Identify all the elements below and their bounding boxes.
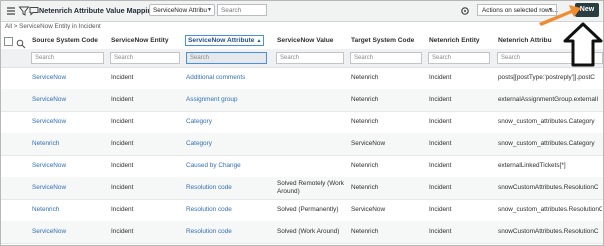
cell-servicenow-value: Solved (Work Around)	[277, 228, 340, 235]
column-header-target-system-code[interactable]: Target System Code	[351, 37, 414, 44]
cell-servicenow-entity: Incident	[111, 228, 134, 235]
cell-target-system-code: Netenrich	[351, 118, 379, 125]
list-title: Netenrich Attribute Value Mappings	[39, 6, 161, 15]
hamburger-menu-icon[interactable]	[5, 4, 17, 16]
gear-icon[interactable]	[459, 4, 471, 16]
cell-target-system-code: ServiceNow	[351, 140, 386, 147]
column-header-servicenow-attribute[interactable]: ServiceNow Attribute ▲	[185, 35, 265, 46]
table-row[interactable]: ServiceNow Incident Resolution code Solv…	[1, 221, 603, 244]
table-row[interactable]: ServiceNow Incident Caused by Change Net…	[1, 155, 603, 178]
cell-servicenow-attribute[interactable]: Assignment group	[186, 96, 238, 103]
cell-netenrich-entity: Incident	[429, 184, 452, 191]
cell-servicenow-attribute[interactable]: Category	[186, 118, 212, 125]
cell-source-system-code[interactable]: Netenrich	[32, 206, 59, 213]
cell-servicenow-entity: Incident	[111, 184, 134, 191]
cell-target-system-code: Netenrich	[351, 96, 379, 103]
cell-netenrich-entity: Incident	[429, 162, 452, 169]
cell-netenrich-attribute: snow_custom_attributes.Category	[498, 140, 595, 147]
column-header-source-system-code[interactable]: Source System Code	[32, 37, 98, 44]
orange-arrow-icon	[539, 5, 581, 26]
chevron-down-icon: ▼	[207, 7, 212, 13]
cell-netenrich-entity: Incident	[429, 118, 452, 125]
search-icon[interactable]	[16, 36, 26, 49]
cell-servicenow-attribute[interactable]: Resolution code	[186, 184, 232, 191]
cell-target-system-code: Netenrich	[351, 184, 379, 191]
table-row[interactable]: Netenrich Incident Category ServiceNow I…	[1, 133, 603, 156]
search-field-select[interactable]: ServiceNow Attribu ▼	[149, 4, 215, 16]
table-row[interactable]: ServiceNow Incident Category Netenrich I…	[1, 111, 603, 134]
list-toolbar: Netenrich Attribute Value Mappings Servi…	[1, 1, 603, 22]
cell-source-system-code[interactable]: ServiceNow	[32, 74, 66, 81]
search-input-source-system-code[interactable]: Search	[31, 52, 104, 64]
cell-source-system-code[interactable]: ServiceNow	[32, 162, 66, 169]
column-header-servicenow-entity[interactable]: ServiceNow Entity	[111, 37, 169, 44]
cell-netenrich-entity: Incident	[429, 74, 452, 81]
cell-netenrich-entity: Incident	[429, 96, 452, 103]
cell-source-system-code[interactable]: Netenrich	[32, 140, 59, 147]
cell-netenrich-entity: Incident	[429, 140, 452, 147]
cell-source-system-code[interactable]: ServiceNow	[32, 118, 66, 125]
search-input-target-system-code[interactable]: Search	[350, 52, 422, 64]
cell-target-system-code: ServiceNow	[351, 206, 386, 213]
column-header-servicenow-value[interactable]: ServiceNow Value	[277, 37, 333, 44]
cell-servicenow-entity: Incident	[111, 96, 134, 103]
cell-servicenow-entity: Incident	[111, 118, 134, 125]
table-row[interactable]: Netenrich Incident Resolution code Solve…	[1, 199, 603, 222]
cell-netenrich-attribute: snowCustomAttributes.ResolutionC	[498, 228, 599, 235]
cell-netenrich-entity: Incident	[429, 206, 452, 213]
column-header-servicenow-attribute-label: ServiceNow Attribute	[188, 37, 255, 44]
cell-servicenow-entity: Incident	[111, 206, 134, 213]
cell-servicenow-entity: Incident	[111, 162, 134, 169]
cell-servicenow-entity: Incident	[111, 74, 134, 81]
cell-netenrich-attribute: externalLinkedTickets[*]	[498, 162, 566, 169]
cell-target-system-code: Netenrich	[351, 74, 379, 81]
search-field-select-value: ServiceNow Attribu	[153, 7, 207, 14]
cell-servicenow-entity: Incident	[111, 140, 134, 147]
cell-netenrich-attribute: posts[[postType:'postreply']].postC	[498, 74, 595, 81]
cell-servicenow-attribute[interactable]: Resolution code	[186, 206, 232, 213]
table-row[interactable]: ServiceNow Incident Additional comments …	[1, 67, 603, 90]
column-search-row: Search Search Search Search Search Searc…	[1, 49, 603, 68]
search-input-netenrich-entity[interactable]: Search	[428, 52, 490, 64]
cell-netenrich-attribute: externalAssignmentGroup.externalI	[498, 96, 599, 103]
cell-netenrich-attribute: snow_custom_attributes.Category	[498, 118, 595, 125]
cell-source-system-code[interactable]: ServiceNow	[32, 228, 66, 235]
table-row[interactable]: ServiceNow Incident Resolution code Solv…	[1, 177, 603, 200]
breadcrumb[interactable]: All > ServiceNow Entity in Incident	[5, 23, 101, 30]
cell-netenrich-attribute: snow_custom_attributes.ResolutionC	[498, 206, 602, 213]
cell-target-system-code: Netenrich	[351, 228, 379, 235]
sort-ascending-icon: ▲	[256, 38, 262, 44]
select-all-checkbox[interactable]	[4, 37, 13, 46]
cell-source-system-code[interactable]: ServiceNow	[32, 184, 66, 191]
list-view-frame: Netenrich Attribute Value Mappings Servi…	[0, 0, 604, 246]
cell-netenrich-entity: Incident	[429, 228, 452, 235]
cell-servicenow-value: Solved Remotely (Work Around)	[277, 180, 345, 195]
annotation-arrows	[539, 5, 603, 67]
search-input-servicenow-entity[interactable]: Search	[110, 52, 180, 64]
cell-netenrich-attribute: snowCustomAttributes.ResolutionC	[498, 184, 599, 191]
cell-source-system-code[interactable]: ServiceNow	[32, 96, 66, 103]
cell-target-system-code: Netenrich	[351, 162, 379, 169]
cell-servicenow-value: Solved (Permanently)	[277, 206, 339, 213]
cell-servicenow-attribute[interactable]: Additional comments	[186, 74, 245, 81]
cell-servicenow-attribute[interactable]: Resolution code	[186, 228, 232, 235]
table-header-row: Source System Code ServiceNow Entity Ser…	[1, 33, 603, 50]
table-row[interactable]: ServiceNow Incident Assignment group Net…	[1, 89, 603, 112]
list-search-input[interactable]: Search	[217, 4, 267, 16]
column-header-netenrich-entity[interactable]: Netenrich Entity	[429, 37, 480, 44]
search-input-servicenow-attribute[interactable]: Search	[186, 52, 267, 64]
search-input-servicenow-value[interactable]: Search	[276, 52, 344, 64]
up-arrow-outline-icon	[563, 22, 603, 67]
cell-servicenow-attribute[interactable]: Category	[186, 140, 212, 147]
cell-servicenow-attribute[interactable]: Caused by Change	[186, 162, 241, 169]
